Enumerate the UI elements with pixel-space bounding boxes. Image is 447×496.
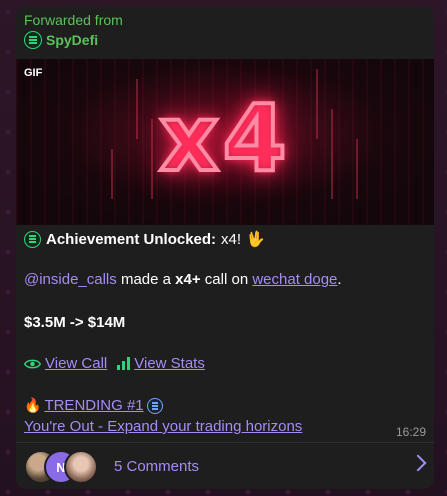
view-stats-link[interactable]: View Stats: [134, 355, 205, 372]
spydefi-logo-icon: [24, 230, 41, 248]
eye-icon: [24, 359, 41, 368]
neon-x4-text: x4: [157, 85, 291, 192]
token-link[interactable]: wechat doge: [252, 271, 337, 288]
call-end: .: [337, 271, 342, 288]
achievement-label: Achievement Unlocked:: [46, 230, 217, 248]
view-call-link[interactable]: View Call: [45, 355, 107, 372]
action-links: View Call View Stats: [24, 355, 205, 372]
trending-bot-icon: [146, 397, 163, 414]
trending-link[interactable]: TRENDING #1: [44, 397, 143, 414]
gif-media[interactable]: GIF x4: [16, 59, 434, 225]
forwarded-source[interactable]: SpyDefi: [24, 31, 98, 49]
forwarded-channel-name[interactable]: SpyDefi: [46, 32, 98, 48]
message-timestamp: 16:29: [395, 425, 426, 439]
spydefi-logo-icon: [24, 31, 42, 49]
achievement-value: x4!: [221, 230, 242, 248]
fire-icon: 🔥: [24, 397, 42, 413]
gif-badge: GIF: [24, 67, 43, 79]
call-text-1: made a: [120, 271, 171, 288]
mention-link[interactable]: @inside_calls: [24, 271, 117, 288]
call-text-2: call on: [204, 271, 249, 288]
call-multiplier: x4+: [175, 271, 201, 288]
promo-link[interactable]: You're Out - Expand your trading horizon…: [24, 418, 302, 435]
comment-avatars: N: [24, 450, 108, 484]
bar-chart-icon: [117, 357, 131, 370]
comments-count-label[interactable]: 5 Comments: [114, 458, 199, 475]
chevron-right-icon[interactable]: [409, 454, 427, 472]
achievement-line: Achievement Unlocked: x4! 🖖: [24, 230, 265, 248]
promo-line: You're Out - Expand your trading horizon…: [24, 418, 302, 435]
call-line: @inside_calls made a x4+ call on wechat …: [24, 271, 342, 288]
forwarded-label: Forwarded from: [24, 12, 123, 28]
avatar: [64, 450, 98, 484]
trending-line: 🔥 TRENDING #1: [24, 397, 163, 414]
vulcan-salute-icon: 🖖: [246, 231, 265, 248]
comments-bar[interactable]: N 5 Comments: [16, 443, 434, 489]
market-cap-line: $3.5M -> $14M: [24, 314, 126, 331]
message-bubble: Forwarded from SpyDefi GIF x4 Achievemen…: [16, 6, 434, 489]
